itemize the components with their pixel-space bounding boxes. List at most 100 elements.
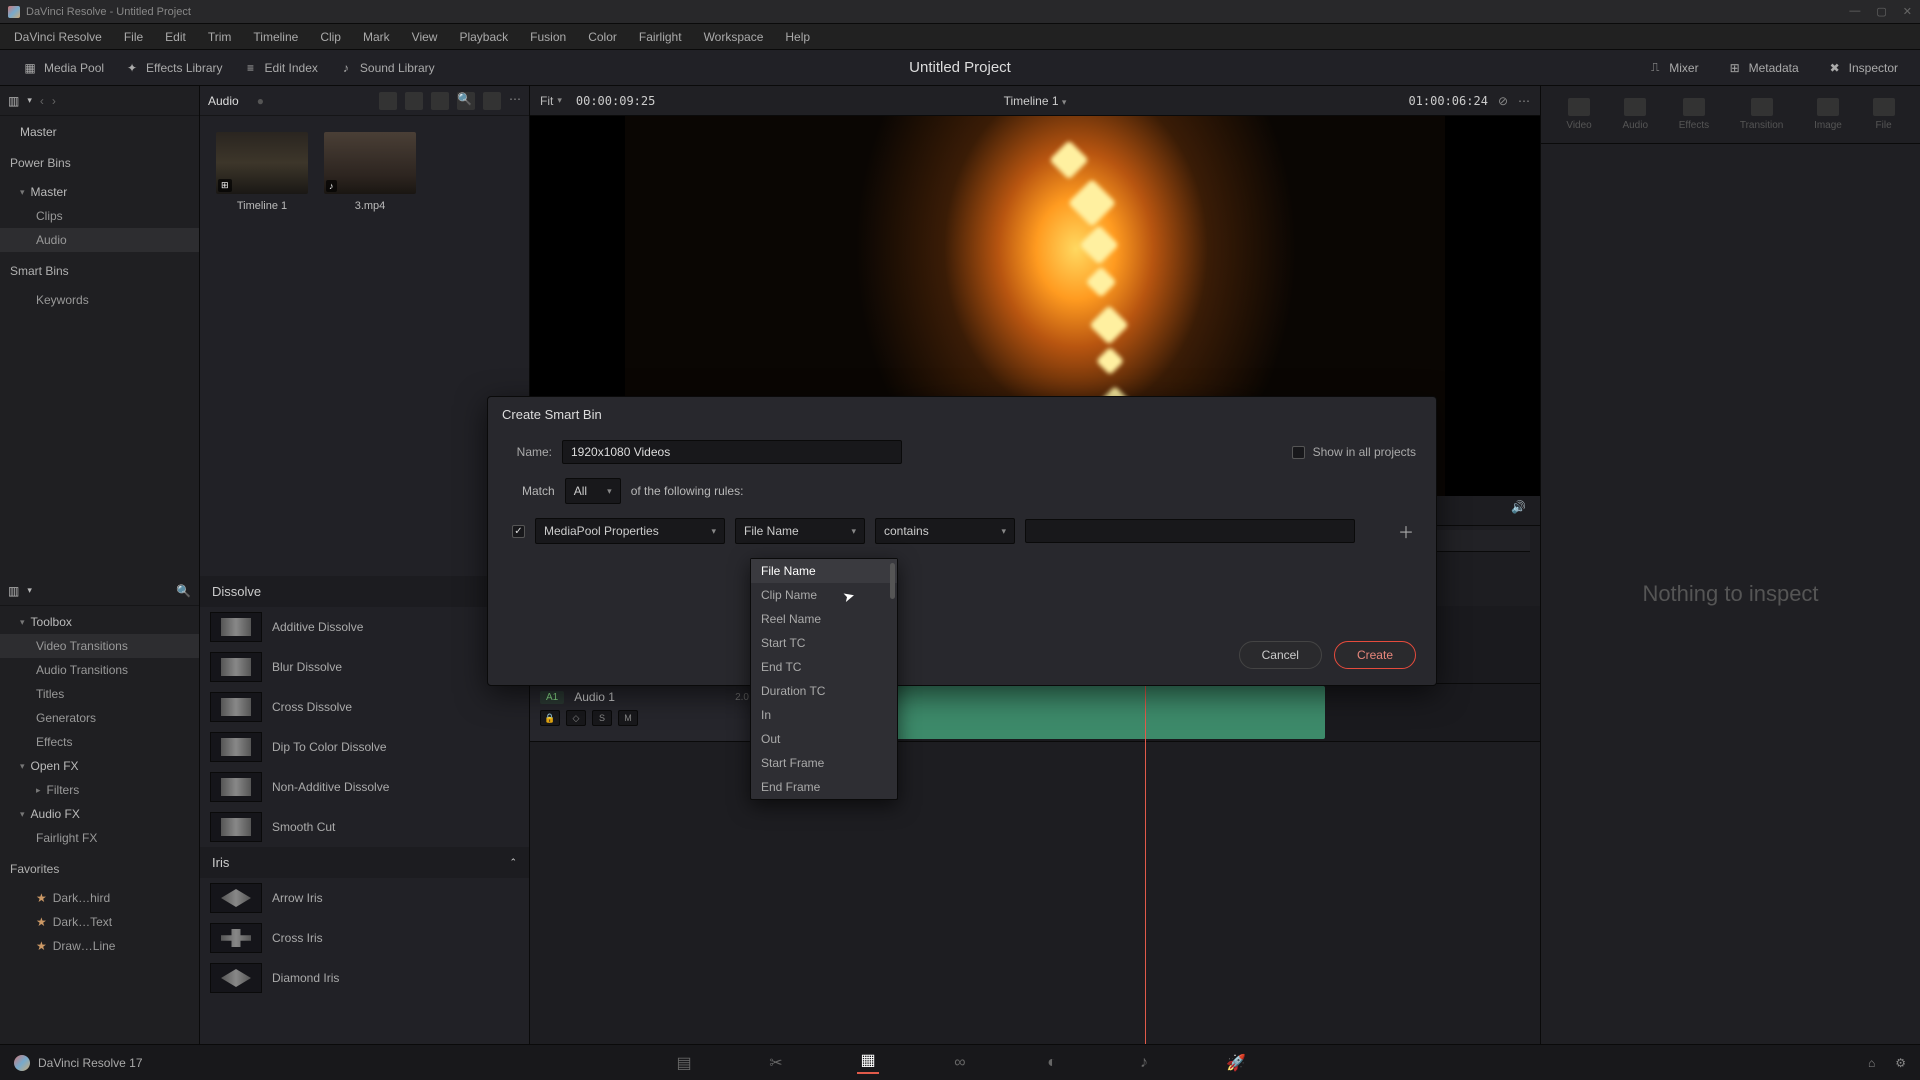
menu-color[interactable]: Color: [578, 26, 627, 48]
track-tag[interactable]: A1: [540, 691, 564, 704]
menu-timeline[interactable]: Timeline: [243, 26, 308, 48]
dm-item[interactable]: In: [751, 703, 897, 727]
fx-fairlight[interactable]: Fairlight FX: [0, 826, 199, 850]
search-icon[interactable]: 🔍: [176, 584, 191, 598]
mute-button[interactable]: M: [618, 710, 638, 726]
tree-clips[interactable]: Clips: [0, 204, 199, 228]
fx-generators[interactable]: Generators: [0, 706, 199, 730]
effect-item[interactable]: Blur Dissolve: [200, 647, 529, 687]
lock-icon[interactable]: 🔒: [540, 710, 560, 726]
effect-item[interactable]: Additive Dissolve: [200, 607, 529, 647]
rule-field-select[interactable]: File Name▾: [735, 518, 865, 544]
effect-item[interactable]: Non-Additive Dissolve: [200, 767, 529, 807]
page-edit[interactable]: ▦: [857, 1052, 879, 1074]
insp-tab-effects[interactable]: Effects: [1679, 98, 1709, 131]
fx-filters[interactable]: ▸Filters: [0, 778, 199, 802]
view-list-icon[interactable]: [379, 92, 397, 110]
fit-dropdown[interactable]: Fit▾: [540, 94, 562, 108]
gear-icon[interactable]: ⚙: [1895, 1056, 1906, 1070]
view-strip-icon[interactable]: [431, 92, 449, 110]
dm-item[interactable]: Reel Name: [751, 607, 897, 631]
menu-trim[interactable]: Trim: [198, 26, 242, 48]
menu-app[interactable]: DaVinci Resolve: [4, 26, 112, 48]
dm-item[interactable]: Start Frame: [751, 751, 897, 775]
menu-view[interactable]: View: [402, 26, 448, 48]
search-icon[interactable]: 🔍: [457, 92, 475, 110]
dm-item[interactable]: Clip Name: [751, 583, 897, 607]
fx-video-transitions[interactable]: Video Transitions: [0, 634, 199, 658]
page-color[interactable]: ◐: [1041, 1052, 1063, 1074]
menu-mark[interactable]: Mark: [353, 26, 400, 48]
rule-operator-select[interactable]: contains▾: [875, 518, 1015, 544]
effect-item[interactable]: Cross Dissolve: [200, 687, 529, 727]
thumb-clip[interactable]: ♪ 3.mp4: [324, 132, 416, 212]
effect-item[interactable]: Dip To Color Dissolve: [200, 727, 529, 767]
add-rule-button[interactable]: ＋: [1396, 521, 1416, 541]
home-icon[interactable]: ⌂: [1868, 1056, 1875, 1070]
rule-enabled-checkbox[interactable]: [512, 525, 525, 538]
solo-button[interactable]: S: [592, 710, 612, 726]
rule-source-select[interactable]: MediaPool Properties▾: [535, 518, 725, 544]
fx-titles[interactable]: Titles: [0, 682, 199, 706]
dm-item[interactable]: End Frame: [751, 775, 897, 799]
fav-item[interactable]: ★Draw…Line: [0, 934, 199, 958]
insp-tab-video[interactable]: Video: [1566, 98, 1591, 131]
timeline-name-dropdown[interactable]: Timeline 1 ▾: [1004, 94, 1067, 108]
create-button[interactable]: Create: [1334, 641, 1416, 669]
tree-pb-master[interactable]: ▾Master: [0, 180, 199, 204]
fx-effects[interactable]: Effects: [0, 730, 199, 754]
dm-item[interactable]: Duration TC: [751, 679, 897, 703]
nav-back-icon[interactable]: ‹: [40, 94, 44, 108]
fx-panel-icon[interactable]: ▥: [8, 584, 19, 598]
mixer-button[interactable]: ⎍Mixer: [1637, 56, 1708, 80]
tree-keywords[interactable]: Keywords: [0, 288, 199, 312]
insp-tab-audio[interactable]: Audio: [1622, 98, 1648, 131]
group-iris[interactable]: Iris⌃: [200, 847, 529, 878]
chevron-down-icon[interactable]: ▾: [27, 585, 32, 596]
sound-library-button[interactable]: ♪Sound Library: [328, 56, 445, 80]
sort-icon[interactable]: [483, 92, 501, 110]
maximize-icon[interactable]: ▢: [1876, 5, 1886, 18]
cancel-button[interactable]: Cancel: [1239, 641, 1322, 669]
bypass-icon[interactable]: ⊘: [1498, 94, 1508, 108]
thumb-timeline[interactable]: ⊞ Timeline 1: [216, 132, 308, 212]
media-pool-button[interactable]: ▦Media Pool: [12, 56, 114, 80]
chevron-down-icon[interactable]: ▾: [27, 95, 32, 106]
fx-audio-transitions[interactable]: Audio Transitions: [0, 658, 199, 682]
menu-fairlight[interactable]: Fairlight: [629, 26, 692, 48]
track-header-a1[interactable]: A1Audio 12.0 🔒 ◇ S M: [530, 684, 760, 741]
view-thumb-icon[interactable]: [405, 92, 423, 110]
nav-fwd-icon[interactable]: ›: [52, 94, 56, 108]
dm-item[interactable]: File Name: [751, 559, 897, 583]
match-select[interactable]: All▾: [565, 478, 621, 504]
autoset-icon[interactable]: ◇: [566, 710, 586, 726]
tree-audio[interactable]: Audio: [0, 228, 199, 252]
dm-item[interactable]: Start TC: [751, 631, 897, 655]
menu-edit[interactable]: Edit: [155, 26, 196, 48]
effect-item[interactable]: Cross Iris: [200, 918, 529, 958]
menu-fusion[interactable]: Fusion: [520, 26, 576, 48]
page-media[interactable]: ▤: [673, 1052, 695, 1074]
tree-master[interactable]: Master: [0, 120, 199, 144]
insp-tab-file[interactable]: File: [1873, 98, 1895, 131]
fav-item[interactable]: ★Dark…hird: [0, 886, 199, 910]
page-fusion[interactable]: ∞: [949, 1052, 971, 1074]
page-cut[interactable]: ✂: [765, 1052, 787, 1074]
fx-toolbox[interactable]: ▾Toolbox: [0, 610, 199, 634]
insp-tab-transition[interactable]: Transition: [1740, 98, 1784, 131]
show-all-checkbox[interactable]: [1292, 446, 1305, 459]
menu-clip[interactable]: Clip: [310, 26, 351, 48]
group-dissolve[interactable]: Dissolve⌃: [200, 576, 529, 607]
fav-item[interactable]: ★Dark…Text: [0, 910, 199, 934]
fx-openfx[interactable]: ▾Open FX: [0, 754, 199, 778]
page-deliver[interactable]: 🚀: [1225, 1052, 1247, 1074]
menu-help[interactable]: Help: [775, 26, 820, 48]
menu-file[interactable]: File: [114, 26, 153, 48]
dm-item[interactable]: Out: [751, 727, 897, 751]
menu-workspace[interactable]: Workspace: [694, 26, 774, 48]
volume-icon[interactable]: 🔊: [1511, 500, 1526, 514]
scrollbar[interactable]: [890, 563, 895, 599]
fx-audiofx[interactable]: ▾Audio FX: [0, 802, 199, 826]
bin-picker-icon[interactable]: ▥: [8, 94, 19, 108]
name-input[interactable]: [562, 440, 902, 464]
